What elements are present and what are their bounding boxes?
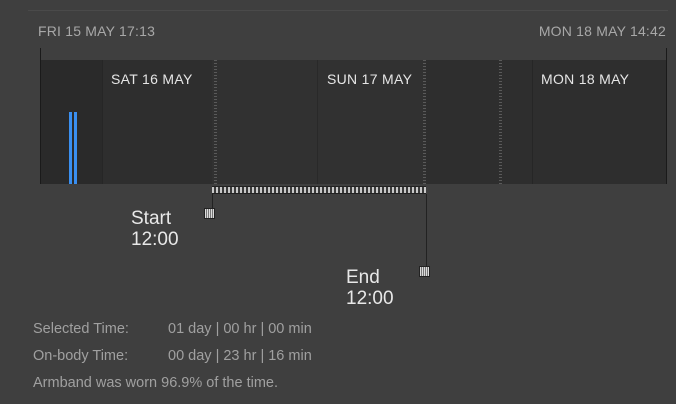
worn-percentage-text: Armband was worn 96.9% of the time. — [33, 375, 279, 391]
end-label-text: End — [346, 267, 380, 288]
start-handle-line — [212, 194, 213, 208]
onbody-time-value: 00 day | 23 hr | 16 min — [168, 348, 312, 364]
start-marker-label: Start 12:00 — [131, 208, 179, 250]
range-end-label: MON 18 MAY 14:42 — [538, 23, 666, 39]
selected-time-label: Selected Time: — [33, 321, 129, 337]
selected-time-row: Selected Time: 01 day | 00 hr | 00 min — [33, 321, 312, 337]
start-handle[interactable] — [204, 208, 215, 219]
current-time-guide — [499, 60, 502, 184]
timeline-right-border — [666, 48, 667, 184]
start-time-text: 12:00 — [131, 229, 179, 250]
day-label-sat: SAT 16 MAY — [111, 71, 193, 87]
selection-start-guide — [214, 60, 217, 184]
selection-range[interactable] — [212, 60, 426, 184]
selection-bar[interactable] — [212, 186, 426, 194]
timeline-track[interactable]: SAT 16 MAY SUN 17 MAY MON 18 MAY — [40, 60, 667, 184]
selection-end-guide — [423, 60, 426, 184]
end-handle-line — [426, 194, 427, 266]
selected-time-value: 01 day | 00 hr | 00 min — [168, 321, 312, 337]
onbody-time-label: On-body Time: — [33, 348, 129, 364]
start-label-text: Start — [131, 208, 172, 229]
activity-bar — [74, 112, 77, 184]
day-block-mon: MON 18 MAY — [533, 60, 667, 184]
onbody-time-row: On-body Time: 00 day | 23 hr | 16 min — [33, 348, 312, 364]
end-marker-label: End 12:00 — [346, 267, 394, 309]
timeline-panel: FRI 15 MAY 17:13 MON 18 MAY 14:42 SAT 16… — [0, 0, 676, 404]
range-start-label: FRI 15 MAY 17:13 — [38, 23, 156, 39]
activity-bar — [69, 112, 72, 184]
panel-top-edge — [28, 10, 668, 11]
day-label-mon: MON 18 MAY — [541, 71, 630, 87]
end-handle[interactable] — [419, 266, 430, 277]
timeline-left-border — [40, 48, 41, 184]
end-time-text: 12:00 — [346, 288, 394, 309]
